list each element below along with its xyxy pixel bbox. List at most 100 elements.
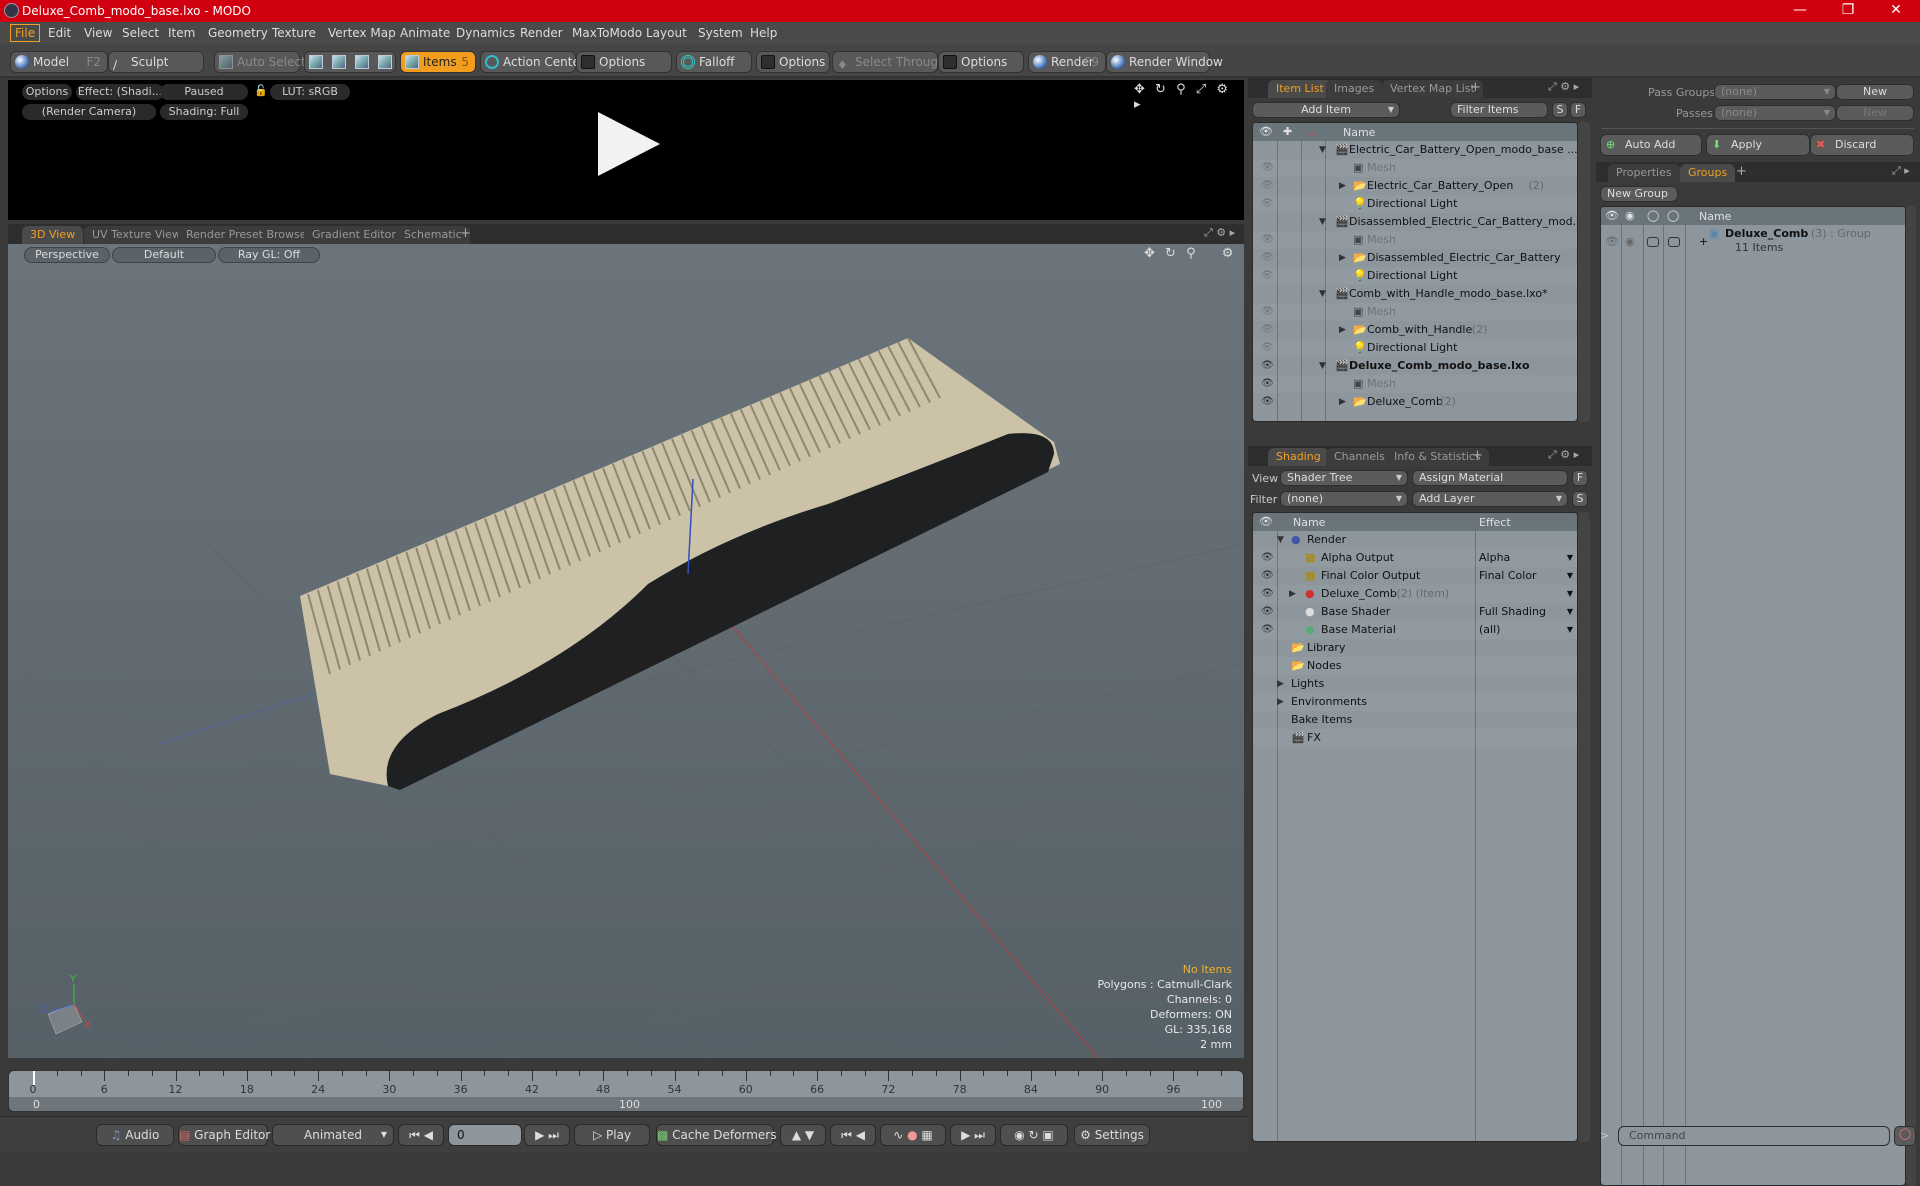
select-through-options-button[interactable]: Options [938, 51, 1024, 73]
tab-properties[interactable]: Properties [1608, 164, 1680, 182]
menu-texture[interactable]: Texture [268, 26, 320, 40]
restore-button[interactable]: ❐ [1828, 2, 1868, 18]
item-row[interactable]: 👁 ▶ 📂 Comb_with_Handle (2) [1253, 321, 1577, 339]
tab-3d-view[interactable]: 3D View [22, 226, 84, 244]
animation-mode-dropdown[interactable]: Animated ▼ [272, 1124, 394, 1146]
pan-icon[interactable]: ✥ [1144, 246, 1155, 261]
menu-dynamics[interactable]: Dynamics [452, 26, 519, 40]
item-list-scrollbar[interactable] [1578, 122, 1590, 422]
render-toggle-icon[interactable]: ◉ [1625, 235, 1635, 248]
expand-plus-icon[interactable]: + [1699, 235, 1708, 248]
key-io-group[interactable]: ▲ ▼ [780, 1124, 826, 1146]
visibility-eye-icon[interactable]: 👁 [1261, 249, 1274, 267]
playback-options-group[interactable]: ◉ ↻ ▣ [1000, 1124, 1068, 1146]
add-tab-icon[interactable]: + [1736, 164, 1747, 179]
render-button[interactable]: Render F9 [1028, 51, 1106, 73]
item-row[interactable]: 👁 💡 Directional Light [1253, 339, 1577, 357]
effect-value[interactable]: Final Color [1479, 567, 1537, 585]
vertices-mode-icon[interactable] [309, 55, 323, 69]
group-row[interactable]: 👁 ◉ + ▣ Deluxe_Comb (3) : Group 11 Items [1601, 225, 1905, 263]
lock-icon[interactable]: 🔓 [254, 84, 268, 97]
visibility-eye-icon[interactable]: 👁 [1261, 567, 1274, 585]
maximize-icon[interactable]: ⤢ ⚙ ▸ [1204, 226, 1235, 240]
menu-system[interactable]: System [694, 26, 747, 40]
chevron-down-icon[interactable]: ▼ [1567, 585, 1573, 603]
shader-row[interactable]: ▼ ● Render [1253, 531, 1577, 549]
new-pass-group-button[interactable]: New [1836, 84, 1914, 100]
add-layer-dropdown[interactable]: Add Layer ▼ [1412, 491, 1568, 507]
tab-groups[interactable]: Groups [1680, 164, 1736, 182]
prev-key-icon[interactable]: ◀ [424, 1128, 433, 1142]
command-history-button[interactable]: ◯ [1894, 1126, 1916, 1146]
menu-vertex-map[interactable]: Vertex Map [324, 26, 400, 40]
item-row[interactable]: 👁 ▣ Mesh [1253, 303, 1577, 321]
collapse-triangle-icon[interactable]: ▼ [1319, 213, 1326, 231]
rotate-icon[interactable]: ↻ [1165, 246, 1176, 261]
raygl-toggle[interactable]: Ray GL: Off [218, 247, 320, 263]
item-row[interactable]: 👁 ▣ Mesh [1253, 159, 1577, 177]
visibility-eye-icon[interactable]: 👁 [1261, 621, 1274, 639]
effect-value[interactable]: (all) [1479, 621, 1500, 639]
add-tab-icon[interactable]: + [460, 226, 471, 241]
first-frame-icon[interactable]: ⏮ [409, 1128, 420, 1142]
shader-row[interactable]: 🎬 FX [1253, 729, 1577, 747]
effect-dropdown[interactable]: Effect: (Shadi... [76, 84, 164, 100]
falloff-options-button[interactable]: Options [756, 51, 830, 73]
item-row[interactable]: ▼ 🎬 Electric_Car_Battery_Open_modo_base ..… [1253, 141, 1577, 159]
playhead[interactable] [33, 1071, 35, 1085]
tab-uv-texture-view[interactable]: UV Texture View [84, 226, 189, 244]
gear-icon[interactable]: ⚙ [1222, 246, 1234, 261]
shader-row[interactable]: ▶ Lights [1253, 675, 1577, 693]
visibility-eye-icon[interactable]: 👁 [1261, 339, 1274, 357]
polygons-mode-icon[interactable] [355, 55, 369, 69]
collapse-triangle-icon[interactable]: ▼ [1319, 141, 1326, 159]
collapse-triangle-icon[interactable]: ▼ [1319, 357, 1326, 375]
timeline-range-bar[interactable]: 0 100 100 [9, 1097, 1243, 1111]
shader-row[interactable]: 👁 ▦ Alpha Output Alpha ▼ [1253, 549, 1577, 567]
lut-dropdown[interactable]: LUT: sRGB [270, 84, 350, 100]
edges-mode-icon[interactable] [332, 55, 346, 69]
preview-status-button[interactable]: Paused [160, 84, 248, 100]
settings-button[interactable]: ⚙ Settings [1074, 1124, 1150, 1146]
menu-maxtomodo[interactable]: MaxToModo [568, 26, 646, 40]
panel-menu-icon[interactable]: ⤢ ⚙ ▸ [1548, 448, 1579, 462]
visibility-eye-icon[interactable]: 👁 [1261, 549, 1274, 567]
add-tab-icon[interactable]: + [1472, 448, 1483, 463]
expand-arrow-icon[interactable]: ▸ [1134, 97, 1141, 112]
timeline[interactable]: 0 6 12 18 24 30 36 42 48 54 60 66 72 78 84 90 96 0 100 1… [8, 1070, 1244, 1112]
timeline-ruler[interactable]: 0 6 12 18 24 30 36 42 48 54 60 66 72 78 84 90 96 [9, 1071, 1243, 1097]
audio-button[interactable]: ♫ Audio [96, 1124, 174, 1146]
menu-animate[interactable]: Animate [396, 26, 454, 40]
tab-gradient-editor[interactable]: Gradient Editor [304, 226, 404, 244]
new-group-button[interactable]: New Group [1600, 186, 1678, 202]
menu-item[interactable]: Item [164, 26, 199, 40]
filter-items-input[interactable]: Filter Items [1450, 102, 1548, 118]
item-row[interactable]: 👁 ▶ 📂 Electric_Car_Battery_Open (2) [1253, 177, 1577, 195]
menu-edit[interactable]: Edit [44, 26, 75, 40]
lock-checkbox[interactable] [1647, 237, 1659, 247]
shader-row[interactable]: 📂 Nodes [1253, 657, 1577, 675]
chevron-down-icon[interactable]: ▼ [1567, 567, 1573, 585]
cache-deformers-button[interactable]: ▩ Cache Deformers [656, 1124, 776, 1146]
item-row[interactable]: 👁▶📂Disassembled_Electric_Car_Battery(2) [1253, 249, 1577, 267]
tab-render-preset-browser[interactable]: Render Preset Browser [178, 226, 320, 244]
new-pass-button[interactable]: New [1836, 105, 1914, 121]
shader-tree-scrollbar[interactable] [1578, 512, 1590, 1142]
pass-groups-dropdown[interactable]: (none) ▼ [1714, 84, 1836, 100]
visibility-eye-icon[interactable]: 👁 [1261, 159, 1274, 177]
falloff-button[interactable]: Falloff [676, 51, 752, 73]
menu-file[interactable]: File [10, 24, 41, 42]
3d-viewport[interactable]: Y Z X Perspective Default Ray GL: Off ✥ … [8, 244, 1244, 1058]
graph-editor-button[interactable]: ▤ Graph Editor [178, 1124, 270, 1146]
tab-shading[interactable]: Shading [1268, 448, 1329, 466]
visibility-eye-icon[interactable]: 👁 [1261, 195, 1274, 213]
key-filter-icon[interactable]: ▦ [921, 1128, 932, 1142]
next-key-icon[interactable]: ▶ [535, 1128, 544, 1142]
add-item-button[interactable]: Add Item ▼ [1252, 102, 1400, 118]
panel-menu-icon[interactable]: ⤢ ⚙ ▸ [1548, 80, 1579, 94]
select-through-button[interactable]: ♦ Select Through [832, 51, 946, 73]
menu-geometry[interactable]: Geometry [204, 26, 272, 40]
rotate-icon[interactable]: ↻ [1155, 82, 1166, 97]
item-row[interactable]: 👁 💡 Directional Light [1253, 267, 1577, 285]
expand-triangle-icon[interactable]: ▶ [1277, 693, 1284, 711]
